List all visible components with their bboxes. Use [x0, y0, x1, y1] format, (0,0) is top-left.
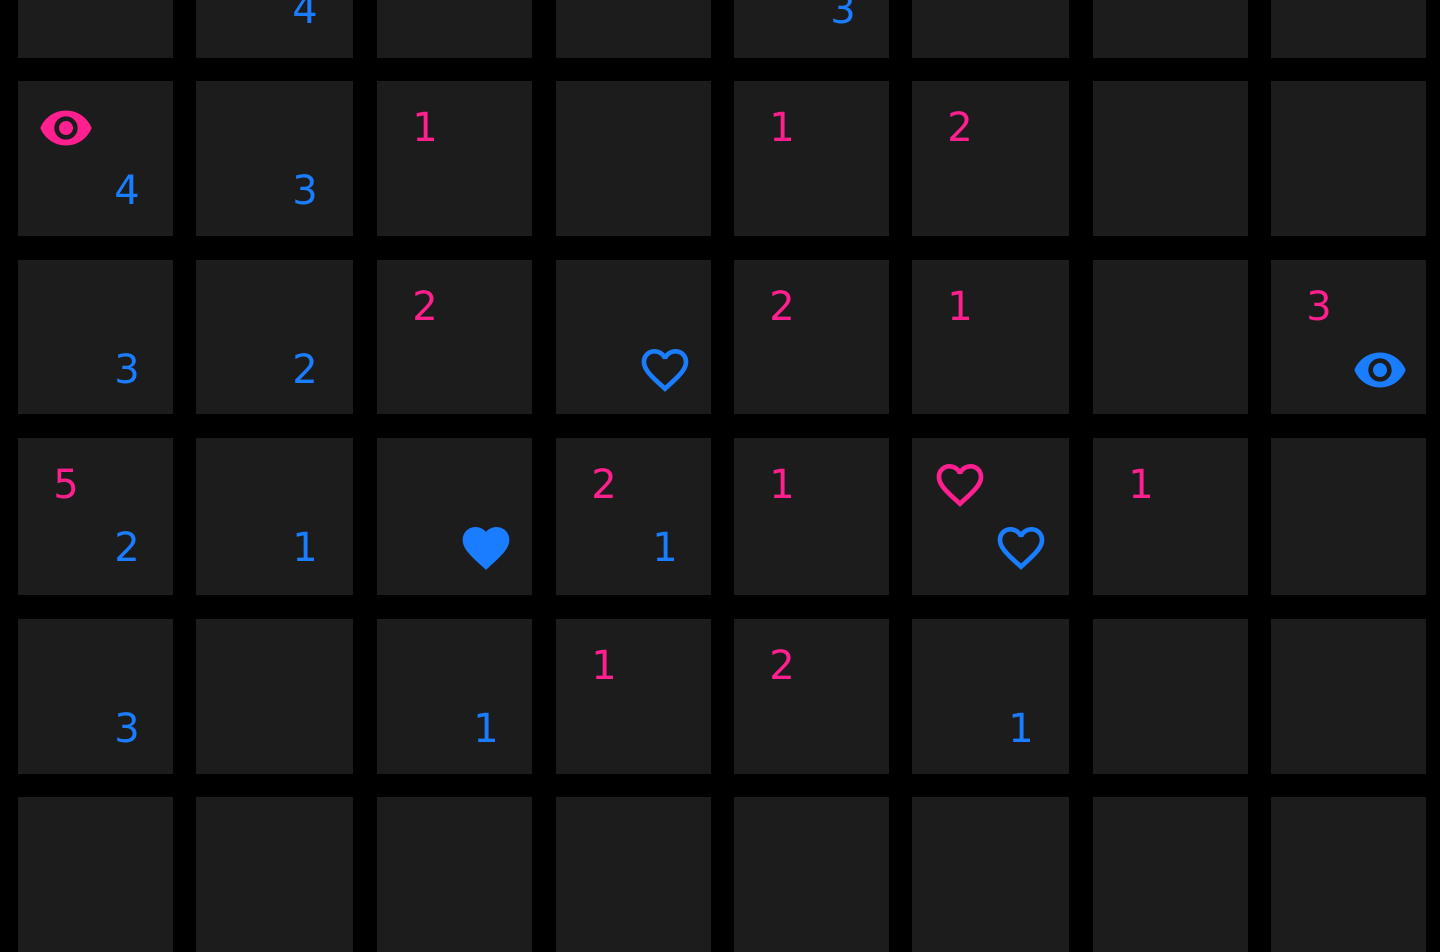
heart-filled-icon	[458, 520, 514, 576]
grid-cell[interactable]: 2	[912, 81, 1069, 236]
cell-top-number: 5	[53, 462, 79, 508]
cell-top-number: 3	[1306, 284, 1332, 330]
cell-bottom-number: 4	[292, 0, 318, 33]
grid-cell[interactable]	[1271, 797, 1426, 952]
grid-cell[interactable]: 1	[912, 619, 1069, 774]
cell-bottom-number: 2	[292, 347, 318, 393]
grid-cell[interactable]: 1	[377, 81, 532, 236]
cell-bottom-number: 3	[830, 0, 856, 33]
grid-cell[interactable]	[912, 797, 1069, 952]
grid-cell[interactable]: 1	[377, 619, 532, 774]
grid-cell[interactable]	[1271, 0, 1426, 58]
grid-cell[interactable]	[556, 797, 711, 952]
grid-cell[interactable]	[912, 0, 1069, 58]
grid-cell[interactable]: 1	[556, 619, 711, 774]
cell-bottom-number: 3	[292, 168, 318, 214]
grid-cell[interactable]: 4	[18, 81, 173, 236]
game-board: 4343112322213521211131121	[0, 0, 1440, 952]
cell-bottom-number: 2	[114, 525, 140, 571]
grid-cell[interactable]: 3	[1271, 260, 1426, 414]
grid-cell[interactable]	[18, 797, 173, 952]
grid-cell[interactable]	[1271, 619, 1426, 774]
grid-cell[interactable]	[196, 797, 353, 952]
cell-bottom-number: 1	[652, 525, 678, 571]
grid-cell[interactable]	[196, 619, 353, 774]
grid-cell[interactable]: 1	[734, 438, 889, 595]
cell-top-number: 1	[412, 105, 438, 151]
grid-cell[interactable]	[556, 260, 711, 414]
cell-top-number: 2	[947, 105, 973, 151]
cell-top-number: 2	[591, 462, 617, 508]
cell-top-number: 1	[769, 105, 795, 151]
grid-cell[interactable]	[1093, 81, 1248, 236]
heart-outline-icon	[637, 342, 693, 398]
grid-cell[interactable]: 3	[18, 619, 173, 774]
grid-cell[interactable]	[1093, 260, 1248, 414]
cell-bottom-number: 1	[292, 525, 318, 571]
cell-top-number: 2	[412, 284, 438, 330]
grid-cell[interactable]: 2	[734, 260, 889, 414]
grid-cell[interactable]: 1	[1093, 438, 1248, 595]
grid-cell[interactable]	[556, 0, 711, 58]
heart-outline-icon	[993, 520, 1049, 576]
grid-cell[interactable]	[912, 438, 1069, 595]
grid-cell[interactable]: 1	[196, 438, 353, 595]
eye-icon	[1352, 342, 1408, 398]
grid-cell[interactable]: 4	[196, 0, 353, 58]
grid-cell[interactable]	[18, 0, 173, 58]
grid-cell[interactable]	[377, 797, 532, 952]
grid-cell[interactable]	[734, 797, 889, 952]
cell-bottom-number: 3	[114, 347, 140, 393]
cell-bottom-number: 1	[473, 706, 499, 752]
grid-cell[interactable]: 1	[734, 81, 889, 236]
grid-cell[interactable]: 1	[912, 260, 1069, 414]
grid-cell[interactable]: 21	[556, 438, 711, 595]
grid-cell[interactable]	[1271, 81, 1426, 236]
grid-cell[interactable]	[1093, 0, 1248, 58]
cell-top-number: 1	[947, 284, 973, 330]
grid-cell[interactable]	[377, 438, 532, 595]
eye-icon	[38, 100, 94, 156]
cell-bottom-number: 4	[114, 168, 140, 214]
grid-cell[interactable]: 2	[196, 260, 353, 414]
grid-cell[interactable]: 3	[734, 0, 889, 58]
heart-outline-icon	[932, 457, 988, 513]
grid-cell[interactable]: 2	[377, 260, 532, 414]
grid-cell[interactable]: 3	[196, 81, 353, 236]
grid-cell[interactable]: 52	[18, 438, 173, 595]
grid-cell[interactable]	[1271, 438, 1426, 595]
cell-top-number: 1	[769, 462, 795, 508]
grid-cell[interactable]	[377, 0, 532, 58]
grid-cell[interactable]	[556, 81, 711, 236]
cell-bottom-number: 1	[1008, 706, 1034, 752]
grid-cell[interactable]	[1093, 797, 1248, 952]
cell-top-number: 2	[769, 284, 795, 330]
cell-top-number: 1	[591, 643, 617, 689]
grid-cell[interactable]	[1093, 619, 1248, 774]
cell-top-number: 1	[1128, 462, 1154, 508]
cell-bottom-number: 3	[114, 706, 140, 752]
cell-top-number: 2	[769, 643, 795, 689]
grid-cell[interactable]: 2	[734, 619, 889, 774]
grid-cell[interactable]: 3	[18, 260, 173, 414]
